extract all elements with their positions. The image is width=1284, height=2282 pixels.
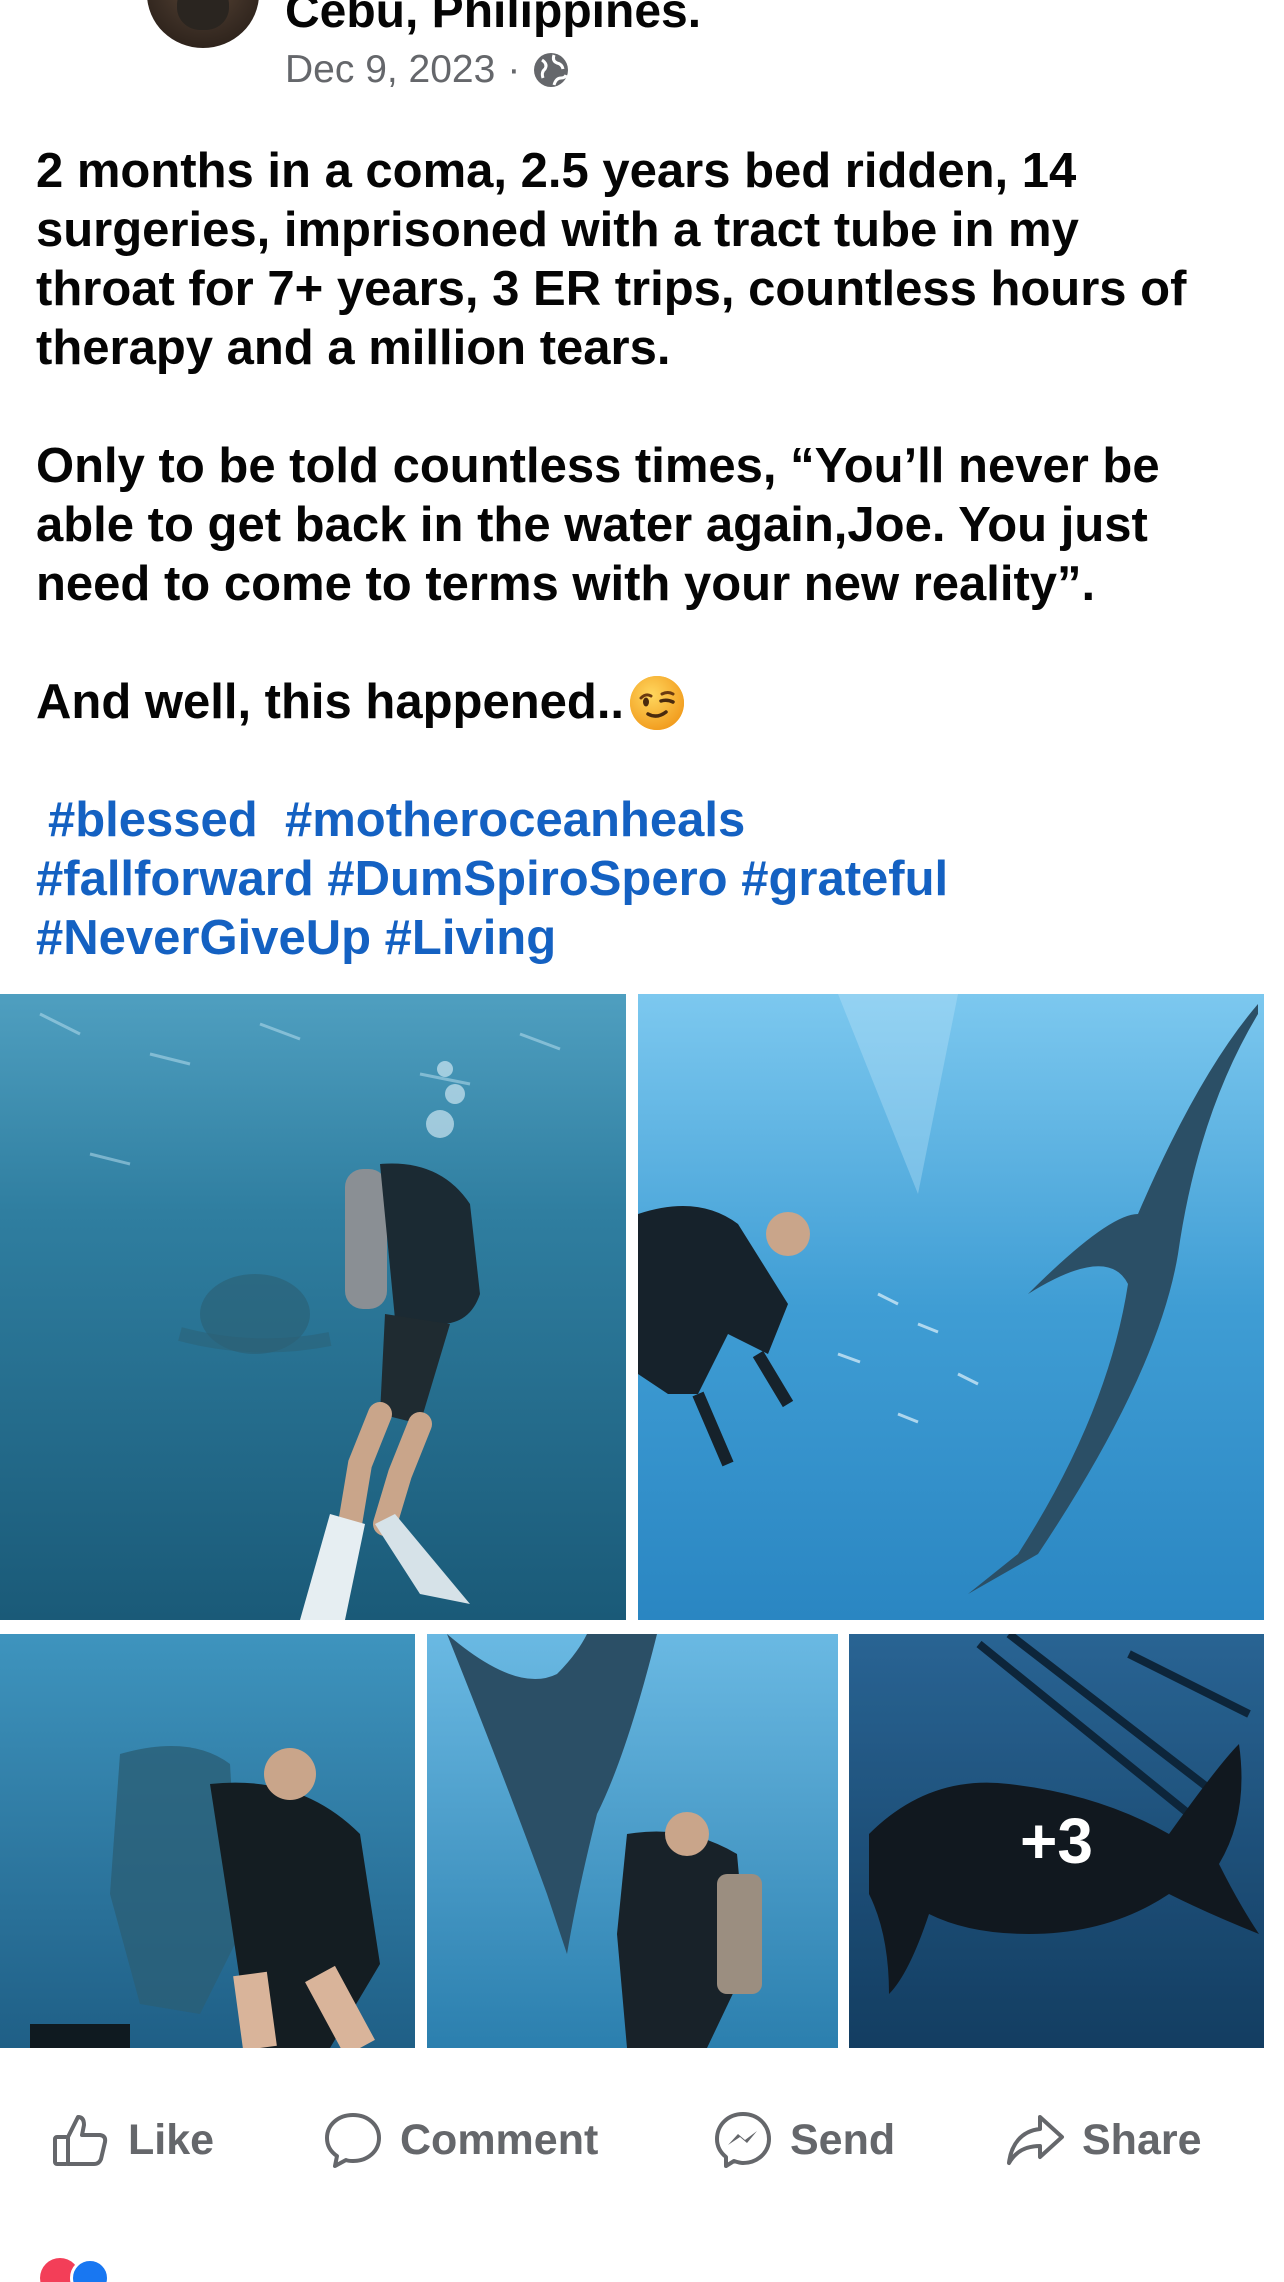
hashtag-link[interactable]: #motheroceanheals: [285, 793, 745, 847]
shark-tail-photo-image: [427, 1634, 838, 2048]
hashtag-line-2: #fallforward #DumSpiroSpero #grateful: [36, 850, 1256, 909]
post-paragraph-3-text: And well, this happened..: [36, 675, 625, 729]
action-bar: Like Comment Send Share: [0, 2080, 1284, 2200]
diver-photo-image: [0, 994, 626, 1620]
photo-1[interactable]: [0, 994, 626, 1620]
share-label: Share: [1082, 2115, 1202, 2164]
whale-shark-photo-image: [638, 994, 1264, 1620]
photo-4[interactable]: [427, 1634, 838, 2048]
comment-label: Comment: [400, 2115, 599, 2164]
like-label: Like: [128, 2115, 215, 2164]
diver-with-shark-photo-image: [0, 1634, 415, 2048]
post-paragraph-2: Only to be told countless times, “You’ll…: [36, 439, 1160, 611]
post-paragraph-1: 2 months in a coma, 2.5 years bed ridden…: [36, 144, 1187, 375]
more-photos-count[interactable]: +3: [849, 1634, 1264, 2048]
globe-icon: [534, 53, 569, 87]
hashtag-link[interactable]: #grateful: [741, 852, 948, 906]
share-arrow-icon: [1007, 2115, 1064, 2165]
like-button[interactable]: Like: [50, 2109, 214, 2171]
reactions-strip: [0, 2236, 1284, 2282]
post-meta: Dec 9, 2023 ·: [285, 48, 570, 92]
thumbs-up-icon: [53, 2115, 108, 2166]
hashtag-link[interactable]: #Living: [385, 911, 557, 965]
post-date[interactable]: Dec 9, 2023: [285, 48, 495, 92]
photo-2[interactable]: [638, 994, 1264, 1620]
post-paragraph-3: And well, this happened..: [36, 673, 1256, 732]
like-reaction-icon: [70, 2258, 110, 2282]
share-button[interactable]: Share: [1004, 2109, 1202, 2171]
post-body: 2 months in a coma, 2.5 years bed ridden…: [36, 142, 1256, 968]
post-location[interactable]: Cebu, Philippines.: [285, 0, 701, 39]
comment-button[interactable]: Comment: [322, 2109, 598, 2171]
photo-3[interactable]: [0, 1634, 415, 2048]
hashtags: #blessed #motheroceanheals #fallforward …: [36, 791, 1256, 968]
photo-5-more[interactable]: +3: [849, 1634, 1264, 2048]
hashtag-link[interactable]: #NeverGiveUp: [36, 911, 371, 965]
comment-bubble-icon: [325, 2113, 381, 2168]
hashtag-line-1: #blessed #motheroceanheals: [36, 791, 1256, 850]
back-arrow-icon[interactable]: [46, 0, 96, 20]
avatar[interactable]: [147, 0, 259, 48]
winking-face-icon: [630, 675, 685, 730]
send-label: Send: [790, 2115, 896, 2164]
send-button[interactable]: Send: [712, 2109, 895, 2171]
post-header: Cebu, Philippines. Dec 9, 2023 ·: [0, 0, 1284, 100]
hashtag-link[interactable]: #fallforward: [36, 852, 314, 906]
hashtag-link[interactable]: #DumSpiroSpero: [327, 852, 727, 906]
hashtag-link[interactable]: #blessed: [48, 793, 258, 847]
messenger-icon: [715, 2112, 771, 2168]
hashtag-line-3: #NeverGiveUp #Living: [36, 909, 1256, 968]
meta-separator: ·: [507, 48, 521, 91]
